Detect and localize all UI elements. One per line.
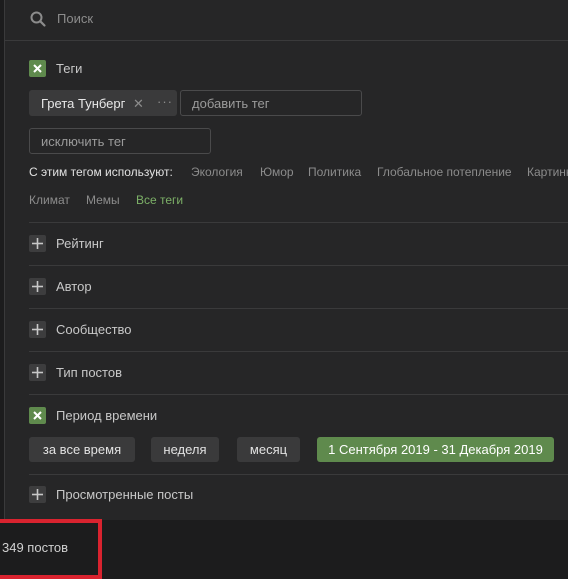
period-week-button[interactable]: неделя bbox=[151, 437, 219, 462]
search-icon bbox=[30, 11, 46, 27]
exclude-tag-placeholder: исключить тег bbox=[41, 134, 126, 149]
search-bar[interactable]: Поиск bbox=[5, 0, 568, 41]
period-all-time-button[interactable]: за все время bbox=[29, 437, 135, 462]
all-tags-link[interactable]: Все теги bbox=[136, 193, 183, 207]
divider bbox=[29, 394, 568, 395]
viewed-posts-label: Просмотренные посты bbox=[56, 487, 194, 502]
divider bbox=[29, 474, 568, 475]
plus-icon bbox=[32, 489, 43, 500]
related-tag[interactable]: Глобальное потепление bbox=[377, 165, 512, 179]
related-tags-heading: С этим тегом используют: bbox=[29, 165, 173, 179]
plus-icon bbox=[32, 238, 43, 249]
viewed-posts-expand[interactable] bbox=[29, 486, 46, 503]
post-type-label: Тип постов bbox=[56, 365, 122, 380]
selected-tag-name: Грета Тунберг bbox=[41, 96, 126, 111]
rating-label: Рейтинг bbox=[56, 236, 104, 251]
plus-icon bbox=[32, 367, 43, 378]
related-tag[interactable]: Политика bbox=[308, 165, 361, 179]
period-label: Период времени bbox=[56, 408, 158, 423]
community-expand[interactable] bbox=[29, 321, 46, 338]
more-icon[interactable]: ··· bbox=[157, 94, 173, 109]
filter-panel: Поиск Теги Грета Тунберг ✕ ··· добавить … bbox=[4, 0, 568, 520]
author-expand[interactable] bbox=[29, 278, 46, 295]
close-icon bbox=[33, 64, 42, 73]
plus-icon bbox=[32, 324, 43, 335]
period-month-button[interactable]: месяц bbox=[237, 437, 300, 462]
author-label: Автор bbox=[56, 279, 92, 294]
exclude-tag-input[interactable]: исключить тег bbox=[29, 128, 211, 154]
period-checkbox[interactable] bbox=[29, 407, 46, 424]
highlight-box bbox=[0, 519, 102, 579]
add-tag-input[interactable]: добавить тег bbox=[180, 90, 362, 116]
post-type-expand[interactable] bbox=[29, 364, 46, 381]
plus-icon bbox=[32, 281, 43, 292]
search-input[interactable]: Поиск bbox=[57, 11, 93, 26]
add-tag-placeholder: добавить тег bbox=[192, 96, 270, 111]
divider bbox=[29, 222, 568, 223]
community-label: Сообщество bbox=[56, 322, 132, 337]
divider bbox=[29, 308, 568, 309]
related-tag[interactable]: Климат bbox=[29, 193, 70, 207]
related-tag[interactable]: Юмор bbox=[260, 165, 294, 179]
remove-tag-icon[interactable]: ✕ bbox=[133, 96, 144, 112]
period-custom-range-button[interactable]: 1 Сентября 2019 - 31 Декабря 2019 bbox=[317, 437, 554, 462]
tags-label: Теги bbox=[56, 61, 83, 76]
related-tag[interactable]: Экология bbox=[191, 165, 243, 179]
close-icon bbox=[33, 411, 42, 420]
tags-checkbox[interactable] bbox=[29, 60, 46, 77]
divider bbox=[29, 265, 568, 266]
divider bbox=[29, 351, 568, 352]
selected-tag-chip[interactable]: Грета Тунберг ✕ ··· bbox=[29, 90, 177, 116]
related-tag[interactable]: Картинки bbox=[527, 165, 568, 179]
rating-expand[interactable] bbox=[29, 235, 46, 252]
related-tag[interactable]: Мемы bbox=[86, 193, 120, 207]
